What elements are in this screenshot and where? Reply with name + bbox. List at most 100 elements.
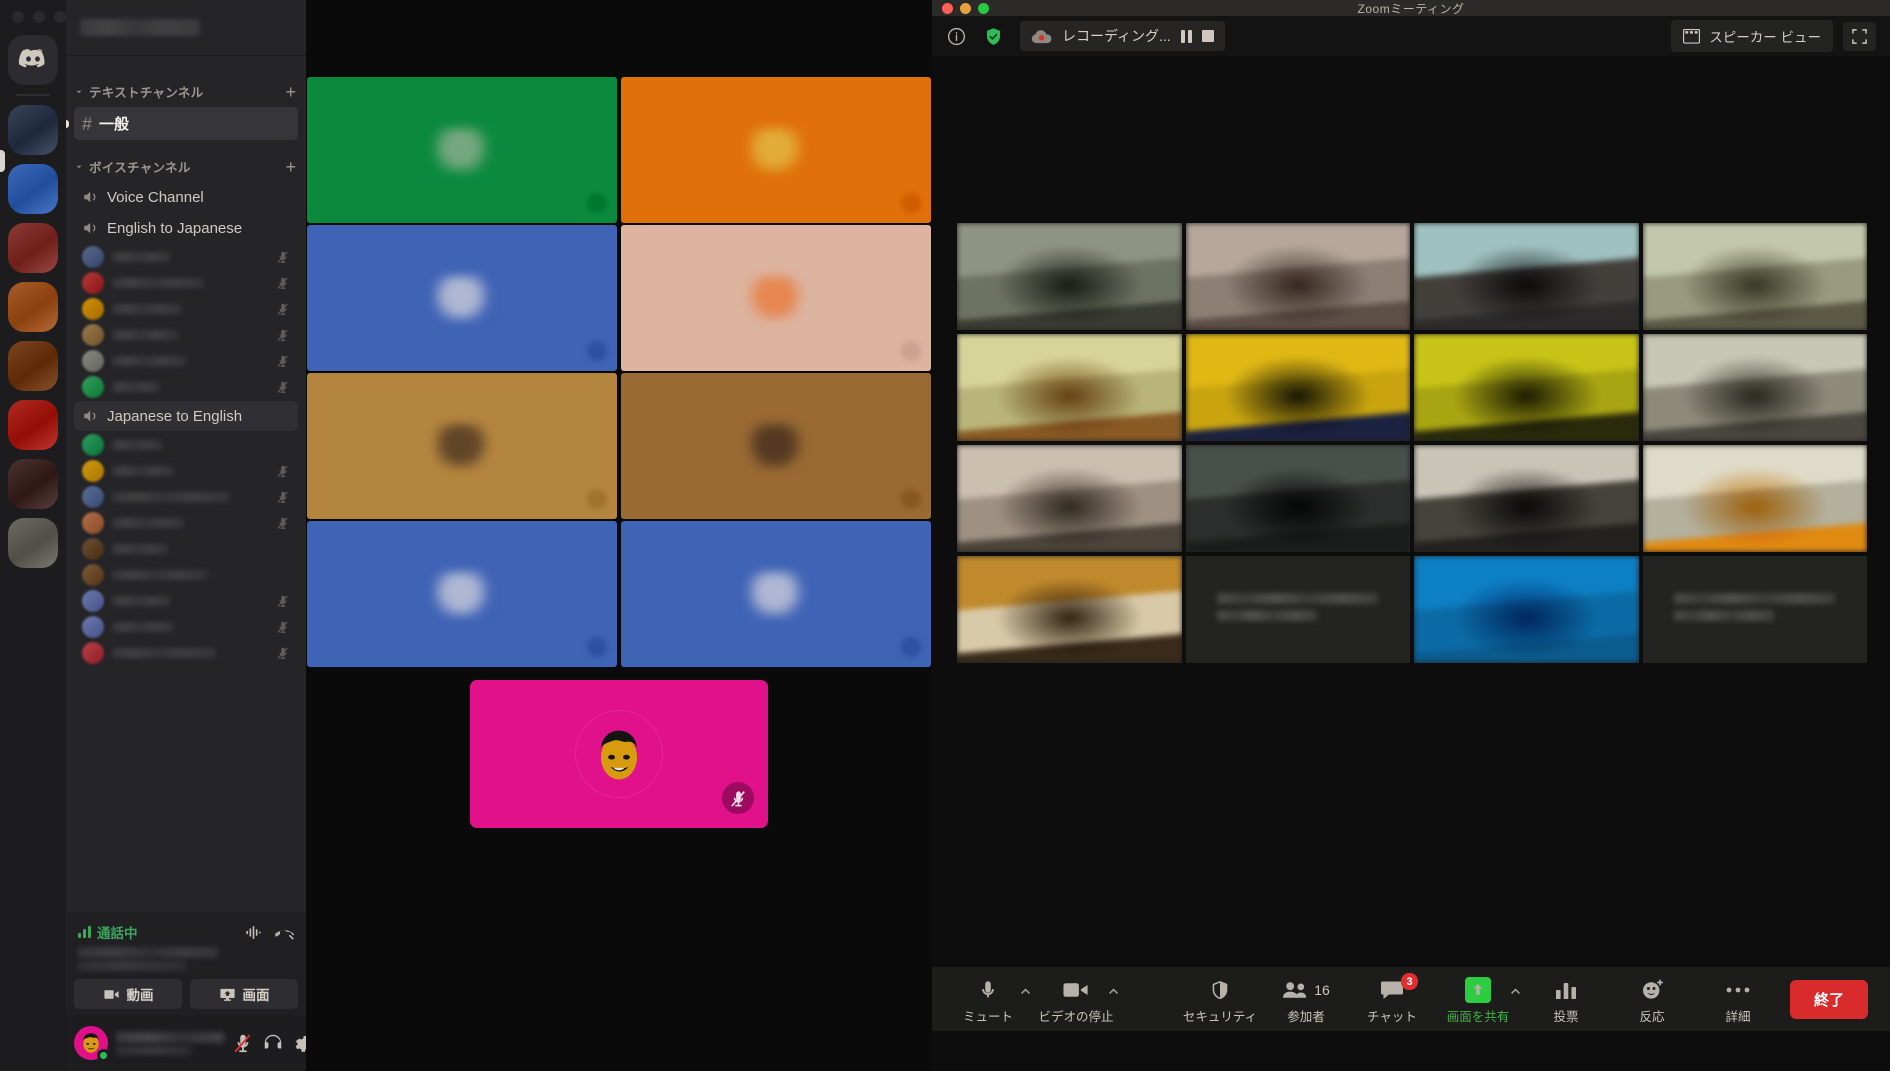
list-item[interactable] [74, 270, 298, 296]
list-item[interactable] [74, 348, 298, 374]
toolbar-more-button[interactable]: 詳細 [1696, 973, 1780, 1025]
self-video-tile[interactable] [470, 680, 768, 828]
text-channel-general[interactable]: # 一般 [66, 107, 298, 140]
avatar[interactable] [74, 1026, 110, 1062]
channel-scroll-area[interactable]: テキストチャンネル + # 一般 ボイスチャンネル + Voice Channe… [66, 56, 306, 912]
participant-tile[interactable] [307, 225, 617, 371]
voice-channel-english-to-japanese[interactable]: English to Japanese [74, 213, 298, 243]
category-voice-channels[interactable]: ボイスチャンネル + [66, 141, 306, 181]
server-icon[interactable] [8, 518, 58, 568]
voice-channel-japanese-to-english[interactable]: Japanese to English [74, 401, 298, 431]
list-item[interactable] [74, 432, 298, 458]
minimize-dot[interactable] [960, 2, 971, 14]
mute-badge [587, 637, 607, 657]
maximize-dot[interactable] [54, 11, 66, 23]
info-icon[interactable] [946, 26, 967, 47]
mute-badge [587, 341, 607, 361]
participant-tile[interactable] [307, 521, 617, 667]
zoom-participant-tile[interactable] [1185, 223, 1410, 330]
server-icon-list[interactable] [0, 105, 66, 568]
list-item[interactable] [74, 614, 298, 640]
participant-tile[interactable] [307, 373, 617, 519]
zoom-participant-tile[interactable] [1185, 556, 1410, 663]
mic-muted-icon[interactable] [232, 1032, 254, 1054]
video-toggle-button[interactable]: 動画 [74, 979, 182, 1009]
server-icon[interactable] [8, 164, 58, 214]
participant-tile[interactable] [621, 373, 931, 519]
stop-icon[interactable] [1201, 30, 1214, 42]
list-item[interactable] [74, 484, 298, 510]
mic-muted-icon [277, 277, 288, 289]
toolbar-reactions-button[interactable]: 反応 [1610, 973, 1694, 1025]
minimize-dot[interactable] [33, 11, 45, 23]
recording-indicator[interactable]: レコーディング... [1020, 21, 1225, 51]
server-icon[interactable] [8, 282, 58, 332]
zoom-participant-tile[interactable] [1185, 445, 1410, 552]
window-traffic-lights-zoom[interactable] [942, 2, 989, 14]
list-item[interactable] [74, 536, 298, 562]
zoom-participant-tile[interactable] [1642, 223, 1867, 330]
zoom-participant-tile[interactable] [1642, 556, 1867, 663]
server-icon[interactable] [8, 341, 58, 391]
disconnect-call-icon[interactable] [275, 923, 294, 942]
category-text-channels[interactable]: テキストチャンネル + [66, 66, 306, 106]
participant-tile[interactable] [621, 521, 931, 667]
mic-muted-icon [730, 790, 745, 807]
discord-home-icon[interactable] [8, 35, 58, 85]
close-dot[interactable] [942, 2, 953, 14]
server-icon[interactable] [8, 105, 58, 155]
server-icon[interactable] [8, 400, 58, 450]
toolbar-participants-button[interactable]: 16 参加者 [1264, 973, 1348, 1025]
server-name-header[interactable] [66, 0, 306, 56]
zoom-participant-tile[interactable] [1414, 223, 1639, 330]
maximize-dot[interactable] [978, 2, 989, 14]
voice-channel-voice-channel[interactable]: Voice Channel [74, 182, 298, 212]
unread-indicator [66, 119, 69, 128]
screenshare-button[interactable]: 画面 [190, 979, 298, 1009]
view-mode-button[interactable]: スピーカー ビュー [1671, 20, 1833, 52]
add-text-channel-icon[interactable]: + [285, 83, 296, 101]
toolbar-mute-button[interactable]: ミュート [946, 973, 1030, 1025]
add-voice-channel-icon[interactable]: + [285, 158, 296, 176]
server-icon[interactable] [8, 223, 58, 273]
list-item[interactable] [74, 374, 298, 400]
zoom-participant-tile[interactable] [957, 556, 1182, 663]
zoom-participant-tile[interactable] [1414, 556, 1639, 663]
soundwave-icon[interactable] [244, 923, 263, 942]
pause-icon[interactable] [1180, 29, 1192, 43]
list-item[interactable] [74, 588, 298, 614]
headphones-icon[interactable] [262, 1032, 284, 1054]
list-item[interactable] [74, 640, 298, 666]
list-item[interactable] [74, 562, 298, 588]
zoom-participant-tile[interactable] [1414, 445, 1639, 552]
list-item[interactable] [74, 458, 298, 484]
toolbar-stop-video-button[interactable]: ビデオの停止 [1034, 973, 1118, 1025]
zoom-participant-tile[interactable] [1642, 334, 1867, 441]
participant-tile[interactable] [307, 77, 617, 223]
end-meeting-button[interactable]: 終了 [1789, 979, 1868, 1019]
zoom-participant-tile[interactable] [957, 223, 1182, 330]
fullscreen-button[interactable] [1843, 21, 1876, 51]
server-name-redacted [80, 19, 200, 36]
toolbar-chat-button[interactable]: チャット 3 [1350, 973, 1434, 1025]
zoom-participant-tile[interactable] [1414, 334, 1639, 441]
list-item[interactable] [74, 322, 298, 348]
participant-tile[interactable] [621, 225, 931, 371]
zoom-participant-tile[interactable] [1185, 334, 1410, 441]
zoom-participant-tile[interactable] [957, 445, 1182, 552]
list-item[interactable] [74, 244, 298, 270]
encryption-shield-icon[interactable] [983, 26, 1004, 47]
participant-tile[interactable] [621, 77, 931, 223]
list-item[interactable] [74, 296, 298, 322]
zoom-participant-tile[interactable] [1642, 445, 1867, 552]
toolbar-security-button[interactable]: セキュリティ [1178, 973, 1262, 1025]
toolbar-share-screen-button[interactable]: 画面を共有 [1436, 973, 1520, 1025]
toolbar-polls-button[interactable]: 投票 [1524, 973, 1608, 1025]
avatar [82, 616, 104, 638]
list-item[interactable] [74, 510, 298, 536]
smiley-plus-icon [1640, 977, 1665, 1003]
server-icon[interactable] [8, 459, 58, 509]
window-traffic-lights-discord[interactable] [0, 4, 66, 23]
close-dot[interactable] [12, 11, 24, 23]
zoom-participant-tile[interactable] [957, 334, 1182, 441]
